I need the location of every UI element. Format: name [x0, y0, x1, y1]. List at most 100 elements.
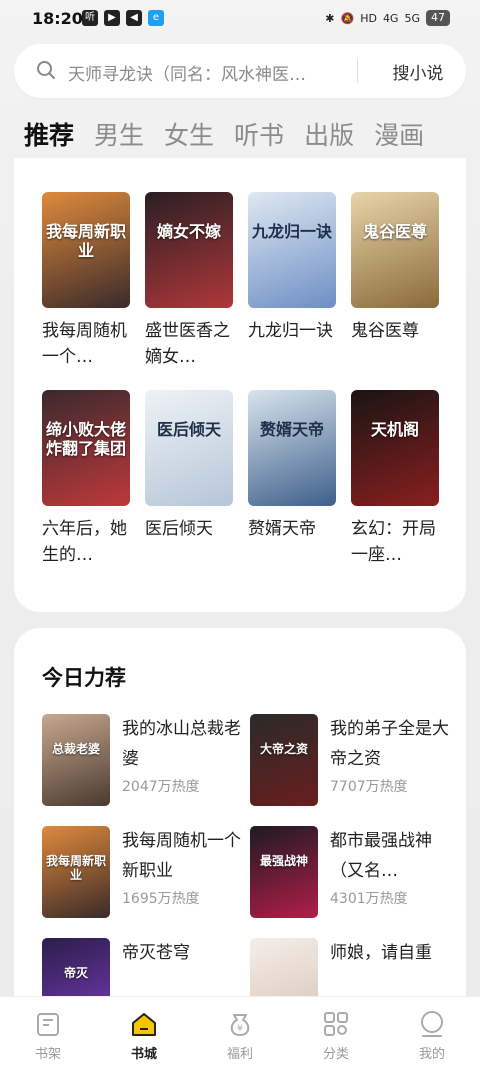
section-title: 今日力荐 — [42, 666, 126, 690]
cover-title: 缔小败大佬炸翻了集团 — [46, 420, 127, 458]
book-item[interactable]: 九龙归一诀 九龙归一诀 — [248, 192, 336, 370]
book-cover[interactable]: 我每周新职业 — [42, 826, 110, 918]
heat-count: 4301万热度 — [330, 891, 408, 907]
heat-count: 7707万热度 — [330, 779, 408, 795]
profile-icon — [421, 1011, 443, 1037]
nav-bookshelf[interactable]: 书架 — [0, 997, 96, 1071]
book-cover[interactable]: 缔小败大佬炸翻了集团 — [42, 390, 130, 506]
cover-title: 我每周新职业 — [46, 222, 127, 260]
search-bar[interactable]: 天师寻龙诀（同名：风水神医… 搜小说 — [14, 44, 466, 98]
book-title[interactable]: 鬼谷医尊 — [351, 318, 439, 370]
hd-icon: HD — [360, 11, 377, 25]
heat-count: 2047万热度 — [122, 779, 200, 795]
recommend-item[interactable]: 最强战神 都市最强战神（又名… 4301万热度 — [250, 826, 456, 918]
book-cover[interactable]: 九龙归一诀 — [248, 192, 336, 308]
book-title[interactable]: 都市最强战神（又名… — [330, 826, 450, 886]
recommend-info: 都市最强战神（又名… 4301万热度 — [330, 826, 450, 918]
nav-label: 分类 — [322, 1047, 349, 1062]
nav-label: 书架 — [34, 1047, 61, 1062]
book-grid-card: 我每周新职业 我每周随机一个… 嫡女不嫁 盛世医香之嫡女… 九龙归一诀 九龙归一诀 鬼谷医尊… — [14, 158, 466, 612]
book-title[interactable]: 九龙归一诀 — [248, 318, 336, 370]
book-cover[interactable]: 大帝之资 — [250, 714, 318, 806]
signal-5g-icon: 5G — [404, 11, 420, 25]
book-title[interactable]: 医后倾天 — [145, 516, 233, 568]
book-item[interactable]: 医后倾天 医后倾天 — [145, 390, 233, 568]
tab-audiobook[interactable]: 听书 — [234, 116, 284, 152]
nav-profile[interactable]: 我的 — [384, 997, 480, 1071]
book-cover[interactable]: 天机阁 — [351, 390, 439, 506]
tab-comics[interactable]: 漫画 — [374, 116, 424, 152]
bottom-nav: 书架 书城 ¥ 福利 分类 我的 — [0, 996, 480, 1071]
book-cover[interactable]: 鬼谷医尊 — [351, 192, 439, 308]
today-recommend-card: 今日力荐 总裁老婆 我的冰山总裁老婆 2047万热度 大帝之资 我的弟子全是大帝之资 77… — [14, 628, 466, 1030]
nav-label: 我的 — [418, 1047, 445, 1062]
book-item[interactable]: 缔小败大佬炸翻了集团六年后，她生的… — [42, 390, 130, 568]
cover-title: 最强战神 — [259, 854, 308, 868]
search-icon — [37, 61, 55, 79]
book-item[interactable]: 天机阁玄幻：开局一座… — [351, 390, 439, 568]
nav-category[interactable]: 分类 — [288, 997, 384, 1071]
app-icon: ▶ — [104, 10, 120, 26]
nav-bookstore[interactable]: 书城 — [96, 997, 192, 1071]
signal-4g-icon: 4G — [382, 11, 399, 25]
status-bar: 18:20 听 ▶ ◀ e ✱ 🔕 HD 4G 5G 47 — [0, 0, 480, 38]
heat-count: 1695万热度 — [122, 891, 200, 907]
book-title[interactable]: 赘婿天帝 — [248, 516, 336, 568]
book-item[interactable]: 赘婿天帝 赘婿天帝 — [248, 390, 336, 568]
recommend-item[interactable]: 总裁老婆 我的冰山总裁老婆 2047万热度 — [42, 714, 248, 806]
book-title[interactable]: 我每周随机一个… — [42, 318, 130, 370]
book-cover[interactable]: 总裁老婆 — [42, 714, 110, 806]
book-item[interactable]: 鬼谷医尊 鬼谷医尊 — [351, 192, 439, 370]
book-cover[interactable]: 医后倾天 — [145, 390, 233, 506]
book-cover[interactable]: 我每周新职业 — [42, 192, 130, 308]
cover-title: 鬼谷医尊 — [362, 222, 427, 241]
battery-icon: 47 — [426, 10, 450, 26]
app-icon: e — [148, 10, 164, 26]
tab-male[interactable]: 男生 — [94, 116, 144, 152]
status-indicators: ✱ 🔕 HD 4G 5G 47 — [325, 10, 450, 26]
mute-icon: 🔕 — [340, 11, 355, 25]
cover-title: 嫡女不嫁 — [156, 222, 221, 241]
welfare-icon: ¥ — [230, 1014, 250, 1036]
recommend-info: 我每周随机一个新职业 1695万热度 — [122, 826, 242, 918]
book-item[interactable]: 我每周新职业我每周随机一个… — [42, 192, 130, 370]
cover-title: 赘婿天帝 — [259, 420, 324, 439]
recommend-info: 我的弟子全是大帝之资 7707万热度 — [330, 714, 450, 806]
book-grid: 我每周新职业 我每周随机一个… 嫡女不嫁 盛世医香之嫡女… 九龙归一诀 九龙归一诀 鬼谷医尊… — [42, 192, 439, 568]
cover-title: 我每周新职业 — [46, 854, 107, 882]
nav-label: 书城 — [130, 1047, 157, 1062]
app-icon: ◀ — [126, 10, 142, 26]
book-cover[interactable]: 赘婿天帝 — [248, 390, 336, 506]
cover-title: 总裁老婆 — [51, 742, 100, 756]
bluetooth-icon: ✱ — [325, 11, 335, 25]
recommend-item[interactable]: 我每周新职业 我每周随机一个新职业 1695万热度 — [42, 826, 248, 918]
tab-published[interactable]: 出版 — [304, 116, 354, 152]
book-title[interactable]: 帝灭苍穹 — [122, 938, 242, 998]
search-divider — [357, 59, 358, 83]
category-icon — [324, 1012, 348, 1036]
search-input[interactable]: 天师寻龙诀（同名：风水神医… — [68, 60, 346, 85]
book-title[interactable]: 盛世医香之嫡女… — [145, 318, 233, 370]
book-title[interactable]: 我的冰山总裁老婆 — [122, 714, 242, 774]
recommend-item[interactable]: 大帝之资 我的弟子全是大帝之资 7707万热度 — [250, 714, 456, 806]
book-title[interactable]: 六年后，她生的… — [42, 516, 130, 568]
cover-title: 大帝之资 — [259, 742, 308, 756]
nav-welfare[interactable]: ¥ 福利 — [192, 997, 288, 1071]
book-title[interactable]: 我的弟子全是大帝之资 — [330, 714, 450, 774]
status-time: 18:20 — [32, 9, 83, 28]
nav-label: 福利 — [226, 1047, 253, 1062]
recommend-list: 总裁老婆 我的冰山总裁老婆 2047万热度 大帝之资 我的弟子全是大帝之资 7707万热度… — [42, 714, 456, 1030]
tab-female[interactable]: 女生 — [164, 116, 214, 152]
cover-title: 九龙归一诀 — [252, 222, 333, 241]
search-button[interactable]: 搜小说 — [370, 59, 466, 84]
cover-title: 天机阁 — [370, 420, 419, 439]
book-title[interactable]: 师娘，请自重 — [330, 938, 450, 998]
book-cover[interactable]: 最强战神 — [250, 826, 318, 918]
book-cover[interactable]: 嫡女不嫁 — [145, 192, 233, 308]
tab-recommend[interactable]: 推荐 — [24, 116, 74, 152]
bookshelf-icon — [37, 1013, 59, 1036]
book-title[interactable]: 我每周随机一个新职业 — [122, 826, 242, 886]
book-title[interactable]: 玄幻：开局一座… — [351, 516, 439, 568]
svg-text:¥: ¥ — [237, 1024, 243, 1034]
book-item[interactable]: 嫡女不嫁盛世医香之嫡女… — [145, 192, 233, 370]
